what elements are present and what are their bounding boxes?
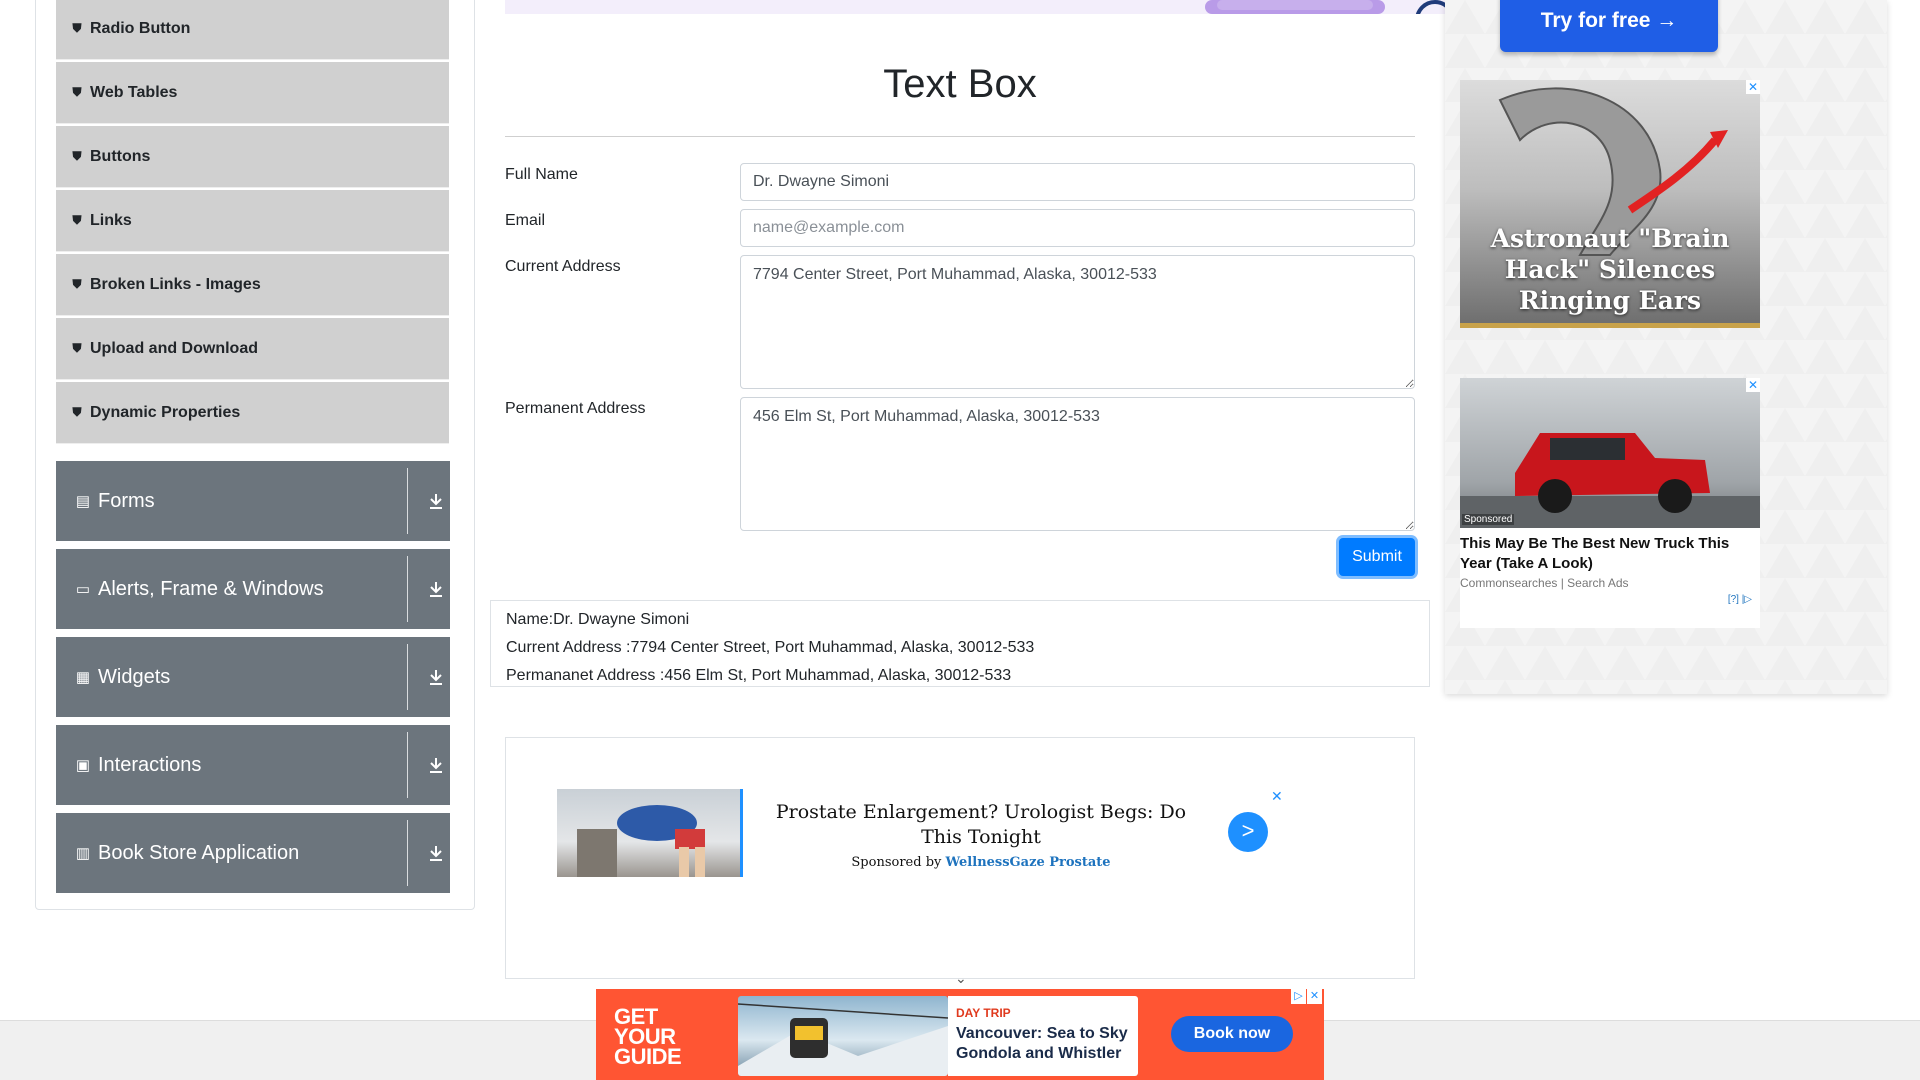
ad-close-icon[interactable]: ✕ bbox=[1271, 788, 1283, 805]
ad-sponsor-name[interactable]: WellnessGaze Prostate bbox=[946, 855, 1111, 870]
ad-close-icon[interactable]: ✕ bbox=[1746, 378, 1760, 392]
output-current-address: Current Address :7794 Center Street, Por… bbox=[506, 639, 1035, 656]
expand-arrow-icon[interactable] bbox=[428, 491, 444, 511]
sidebar-group-label: Interactions bbox=[98, 753, 202, 776]
sidebar-item-links[interactable]: ⛊ Links bbox=[56, 190, 449, 252]
group-divider bbox=[407, 556, 408, 622]
sidebar-item-label: Broken Links - Images bbox=[90, 275, 261, 293]
book-now-button[interactable]: Book now bbox=[1171, 1016, 1293, 1052]
html5-icon: ⛊ bbox=[72, 21, 82, 35]
trip-card[interactable]: DAY TRIP Vancouver: Sea to Sky Gondola a… bbox=[948, 996, 1138, 1076]
truck-ad[interactable]: Sponsored ✕ This May Be The Best New Tru… bbox=[1460, 378, 1760, 628]
output-permanent-address: Permananet Address :456 Elm St, Port Muh… bbox=[506, 667, 1012, 684]
ad-headline[interactable]: Prostate Enlargement? Urologist Begs: Do… bbox=[756, 800, 1206, 850]
trip-destination[interactable]: Vancouver: Sea to Sky Gondola and Whistl… bbox=[956, 1024, 1136, 1064]
sidebar-item-label: Radio Button bbox=[90, 19, 191, 37]
ad-image[interactable] bbox=[557, 789, 743, 877]
sidebar-item-broken-links[interactable]: ⛊ Broken Links - Images bbox=[56, 254, 449, 316]
window-icon: ▭ bbox=[75, 581, 91, 598]
sidebar-item-label: Web Tables bbox=[90, 83, 178, 101]
ad-photo bbox=[577, 805, 705, 877]
ad-close-icon[interactable]: ✕ bbox=[1307, 989, 1322, 1004]
email-label: Email bbox=[505, 212, 546, 229]
ad-next-button[interactable]: > bbox=[1228, 812, 1268, 852]
gondola-image bbox=[738, 996, 948, 1076]
permanent-address-textarea[interactable]: 456 Elm St, Port Muhammad, Alaska, 30012… bbox=[740, 397, 1415, 531]
permanent-address-label: Permanent Address bbox=[505, 400, 646, 417]
sidebar-item-label: Links bbox=[90, 211, 132, 229]
current-address-label: Current Address bbox=[505, 258, 621, 275]
adchoices-icon[interactable]: [?] |▷ bbox=[1728, 594, 1752, 605]
truck-photo bbox=[1460, 433, 1760, 528]
html5-icon: ⛊ bbox=[72, 405, 82, 419]
expand-arrow-icon[interactable] bbox=[428, 579, 444, 599]
ear-ad-headline[interactable]: Astronaut "Brain Hack" Silences Ringing … bbox=[1460, 223, 1760, 316]
sidebar-group-book-store[interactable]: ▥ Book Store Application bbox=[56, 813, 450, 893]
sidebar-group-label: Forms bbox=[98, 489, 155, 512]
group-divider bbox=[407, 820, 408, 886]
chevron-down-icon[interactable]: ⌄ bbox=[955, 970, 967, 987]
output-panel: Name:Dr. Dwayne Simoni Current Address :… bbox=[490, 600, 1430, 687]
group-divider bbox=[407, 732, 408, 798]
sidebar-item-buttons[interactable]: ⛊ Buttons bbox=[56, 126, 449, 188]
sponsored-prefix: Sponsored by bbox=[851, 855, 946, 870]
sidebar-group-label: Widgets bbox=[98, 665, 171, 688]
getyourguide-logo: GET YOUR GUIDE bbox=[614, 1004, 682, 1069]
interactions-icon: ▣ bbox=[75, 757, 91, 774]
sidebar-group-label: Alerts, Frame & Windows bbox=[98, 577, 324, 600]
truck-ad-headline[interactable]: This May Be The Best New Truck This Year… bbox=[1460, 534, 1760, 574]
sidebar-group-widgets[interactable]: ▦ Widgets bbox=[56, 637, 450, 717]
sidebar-group-alerts[interactable]: ▭ Alerts, Frame & Windows bbox=[56, 549, 450, 629]
ear-ad[interactable]: Astronaut "Brain Hack" Silences Ringing … bbox=[1460, 80, 1760, 328]
submit-button[interactable]: Submit bbox=[1339, 538, 1415, 576]
sidebar-item-dynamic-properties[interactable]: ⛊ Dynamic Properties bbox=[56, 382, 449, 444]
current-address-textarea[interactable]: 7794 Center Street, Port Muhammad, Alask… bbox=[740, 255, 1415, 389]
gondola-photo bbox=[738, 1003, 948, 1076]
try-for-free-button[interactable]: Try for free → bbox=[1500, 0, 1718, 52]
form-icon: ▤ bbox=[75, 493, 91, 510]
html5-icon: ⛊ bbox=[72, 213, 82, 227]
ad-sponsor-line: Sponsored by WellnessGaze Prostate bbox=[756, 855, 1206, 870]
sidebar-item-upload-download[interactable]: ⛊ Upload and Download bbox=[56, 318, 449, 380]
truck-ad-source: Commonsearches | Search Ads bbox=[1460, 576, 1629, 590]
sidebar-group-interactions[interactable]: ▣ Interactions bbox=[56, 725, 450, 805]
group-divider bbox=[407, 468, 408, 534]
trip-kicker: DAY TRIP bbox=[956, 1006, 1011, 1020]
output-name: Name:Dr. Dwayne Simoni bbox=[506, 611, 690, 628]
sidebar-item-web-tables[interactable]: ⛊ Web Tables bbox=[56, 62, 449, 124]
page-title: Text Box bbox=[883, 62, 1037, 106]
banner-shapes bbox=[1205, 0, 1445, 14]
html5-icon: ⛊ bbox=[72, 85, 82, 99]
books-icon: ▥ bbox=[75, 845, 91, 862]
full-name-label: Full Name bbox=[505, 166, 578, 183]
expand-arrow-icon[interactable] bbox=[428, 843, 444, 863]
html5-icon: ⛊ bbox=[72, 341, 82, 355]
sidebar-item-label: Buttons bbox=[90, 147, 151, 165]
email-input[interactable] bbox=[740, 209, 1415, 247]
sidebar-item-radio-button[interactable]: ⛊ Radio Button bbox=[56, 0, 449, 60]
bottom-banner-ad[interactable]: GET YOUR GUIDE DAY TRIP Vancouver: Sea t… bbox=[596, 989, 1324, 1080]
html5-icon: ⛊ bbox=[72, 277, 82, 291]
title-divider bbox=[505, 136, 1415, 137]
group-divider bbox=[407, 644, 408, 710]
widgets-icon: ▦ bbox=[75, 669, 91, 686]
ad-close-icon[interactable]: ✕ bbox=[1746, 80, 1760, 94]
sidebar-group-forms[interactable]: ▤ Forms bbox=[56, 461, 450, 541]
top-banner-ad[interactable] bbox=[505, 0, 1445, 14]
sidebar-group-label: Book Store Application bbox=[98, 841, 300, 864]
html5-icon: ⛊ bbox=[72, 149, 82, 163]
full-name-input[interactable] bbox=[740, 163, 1415, 201]
expand-arrow-icon[interactable] bbox=[428, 667, 444, 687]
sponsored-content-ad[interactable]: Prostate Enlargement? Urologist Begs: Do… bbox=[505, 737, 1415, 986]
truck-image[interactable]: Sponsored bbox=[1460, 378, 1760, 528]
expand-arrow-icon[interactable] bbox=[428, 755, 444, 775]
sidebar-item-label: Upload and Download bbox=[90, 339, 258, 357]
adchoices-icon[interactable]: ▷ bbox=[1291, 989, 1306, 1004]
sponsored-tag: Sponsored bbox=[1462, 514, 1515, 525]
sidebar-item-label: Dynamic Properties bbox=[90, 403, 241, 421]
